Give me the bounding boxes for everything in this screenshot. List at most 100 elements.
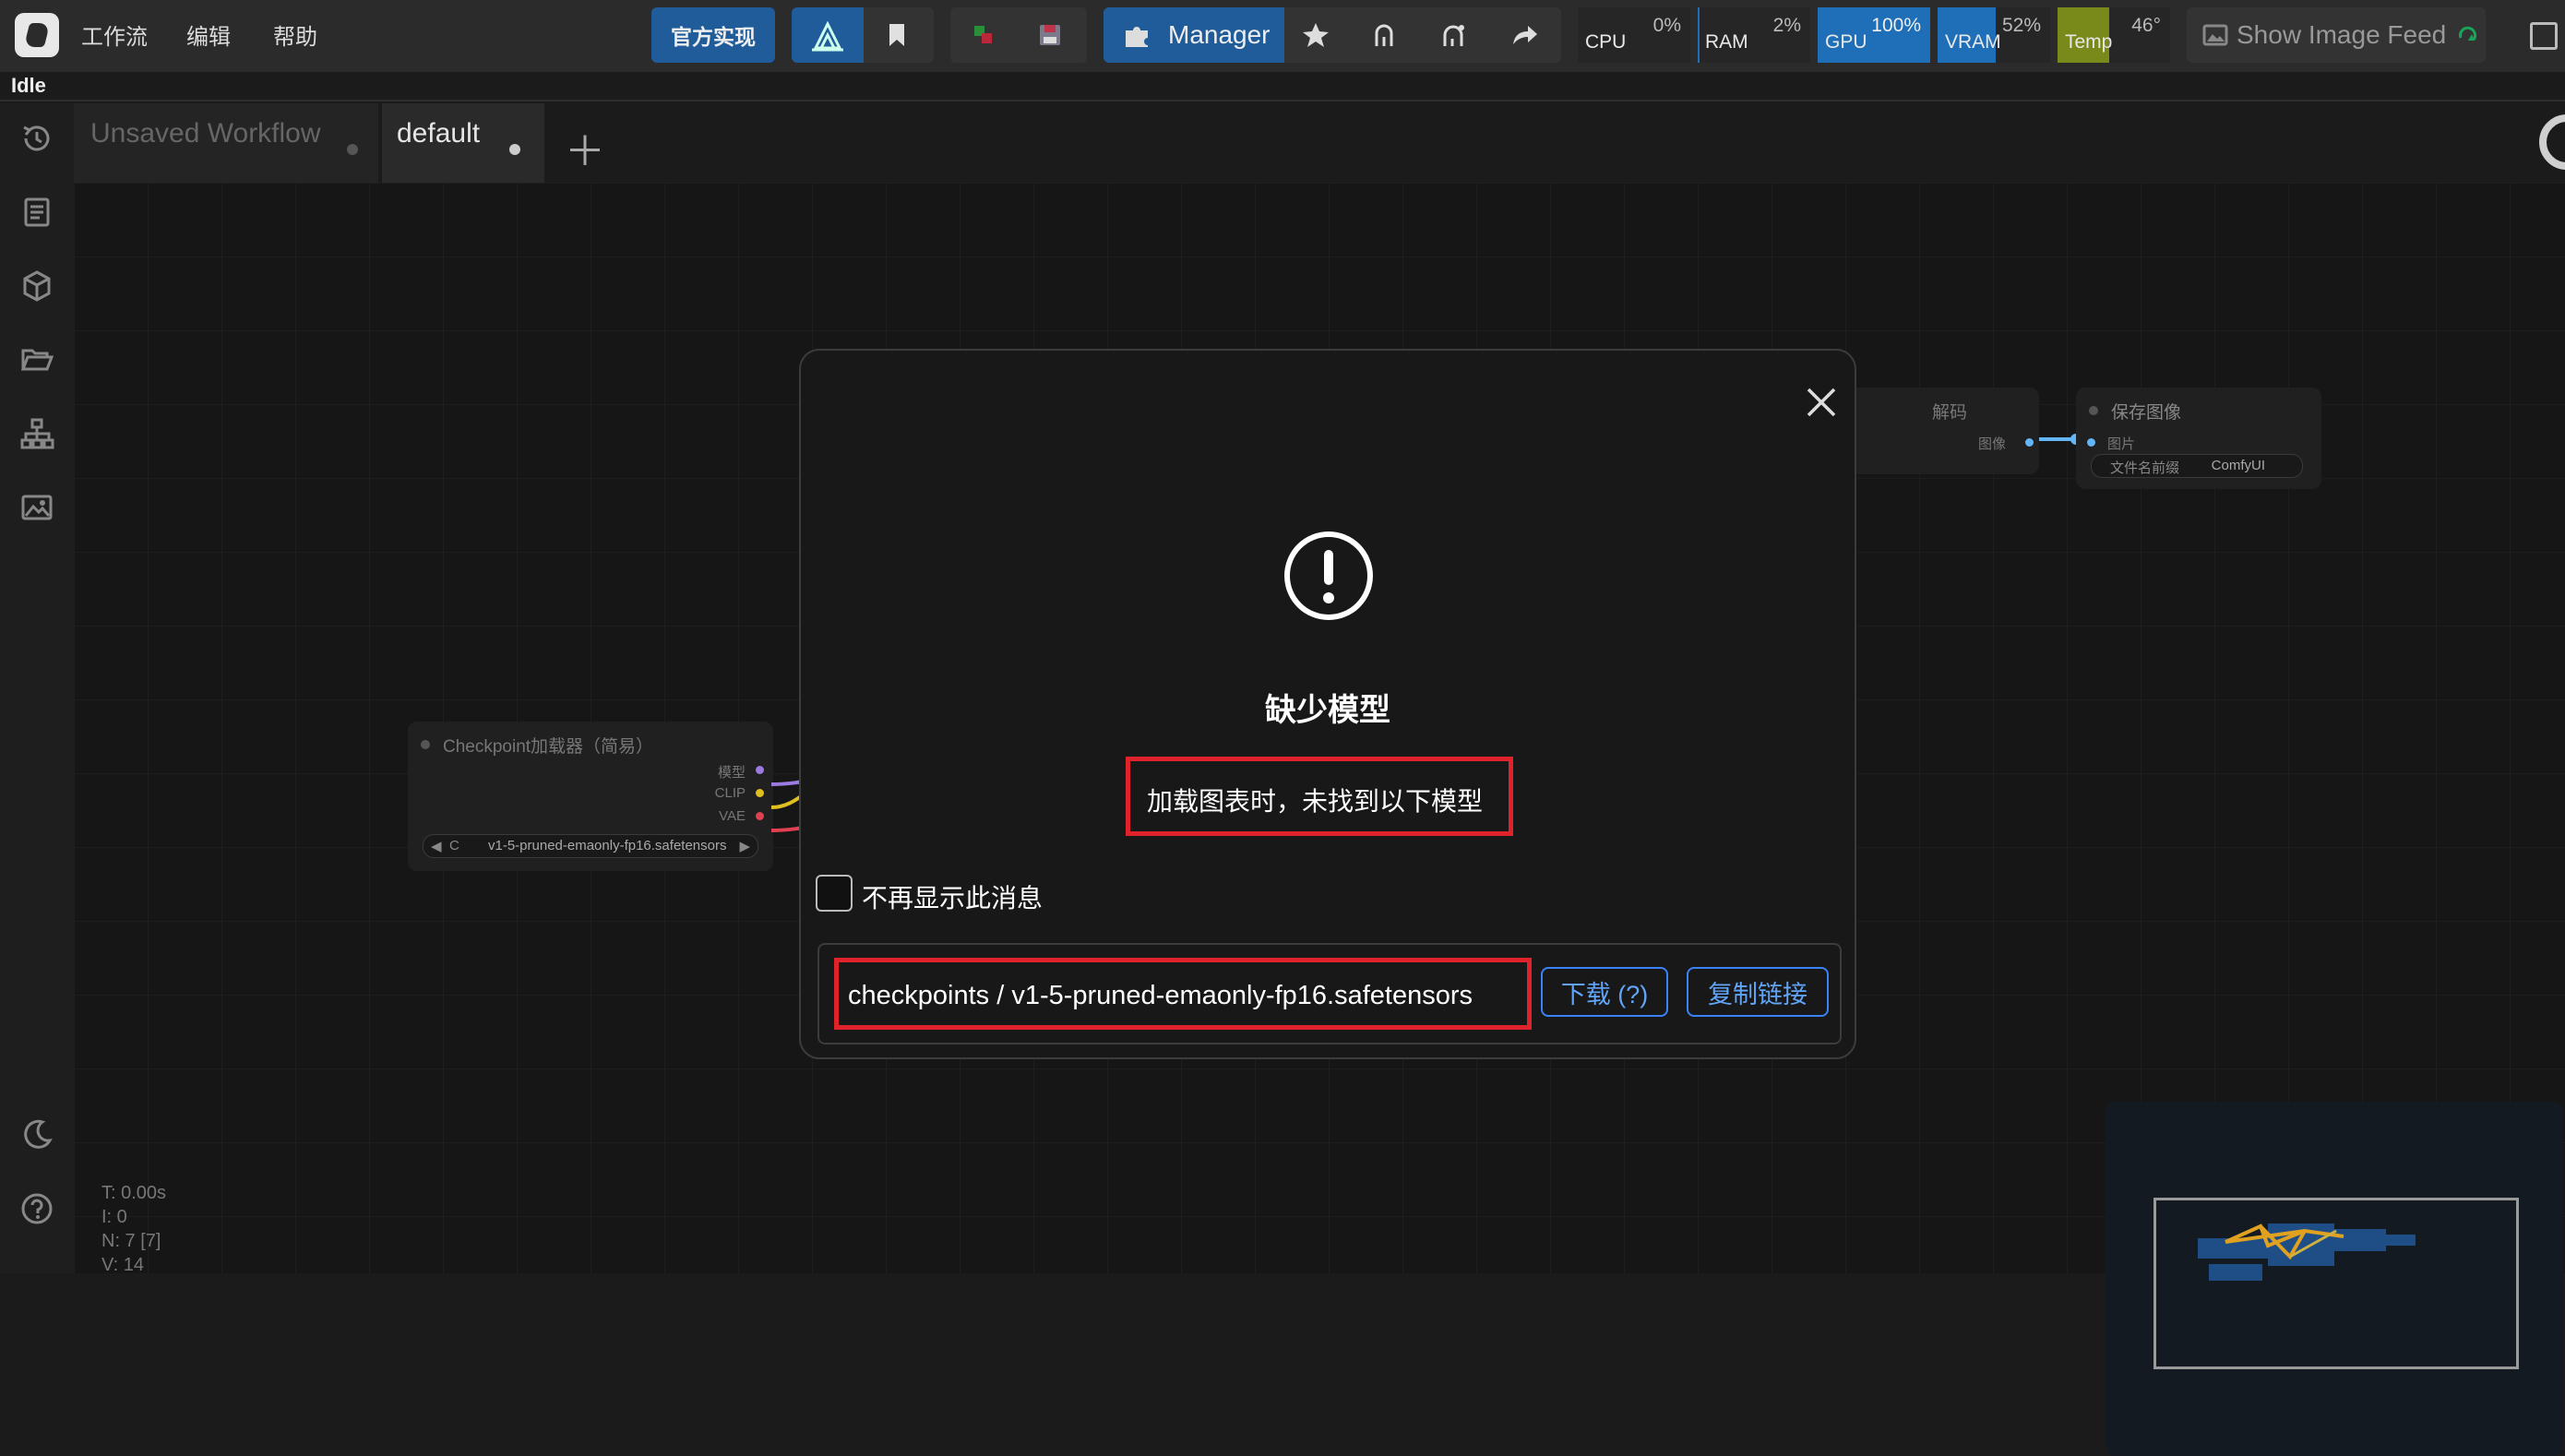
crane-icon — [812, 20, 843, 52]
download-button[interactable]: 下载 (?) — [1541, 967, 1668, 1017]
arrow-left-icon[interactable]: ◀ — [431, 838, 442, 854]
manager-label: Manager — [1168, 20, 1271, 49]
output-image-label: 图像 — [1977, 436, 2006, 452]
official-button[interactable]: 官方实现 — [651, 7, 775, 63]
manager-button[interactable]: Manager — [1104, 7, 1284, 63]
history-icon[interactable] — [18, 120, 55, 157]
render-stats: T: 0.00s I: 0 N: 7 [7] V: 14 — [101, 1181, 166, 1277]
widget-prefix: C — [449, 838, 459, 853]
close-icon[interactable] — [1801, 382, 1842, 423]
new-tab-button[interactable]: ＋ — [565, 118, 605, 177]
help-icon[interactable] — [18, 1190, 55, 1227]
widget-value: ComfyUI — [2211, 458, 2265, 473]
panel-toggle-icon[interactable] — [2530, 22, 2558, 50]
filename-prefix-widget[interactable]: 文件名前缀 ComfyUI — [2091, 454, 2303, 478]
tab-unsaved-workflow[interactable]: Unsaved Workflow — [74, 103, 378, 183]
stat-iterations: I: 0 — [101, 1207, 127, 1227]
vram-label: VRAM — [1945, 31, 2001, 53]
output-clip-label: CLIP — [714, 785, 746, 801]
image-feed-label: Show Image Feed — [2237, 20, 2447, 49]
node-vae-decode[interactable]: 解码 图像 — [1845, 388, 2039, 474]
exclamation-circle-icon — [1284, 531, 1373, 620]
dont-show-again-checkbox[interactable] — [816, 875, 853, 912]
queue-tools — [950, 7, 1087, 63]
tab-label: default — [397, 118, 481, 149]
output-clip-port[interactable] — [756, 789, 764, 797]
menu-edit[interactable]: 编辑 — [186, 18, 231, 51]
show-image-feed-button[interactable]: Show Image Feed — [2187, 7, 2486, 63]
widget-label: 文件名前缀 — [2110, 460, 2180, 476]
sidebar — [0, 103, 74, 1273]
node-title: 解码 — [1932, 403, 1968, 423]
input-image-label: 图片 — [2107, 436, 2136, 452]
gallery-icon[interactable] — [18, 489, 55, 526]
cpu-monitor: CPU 0% — [1578, 7, 1690, 63]
node-title: 保存图像 — [2111, 403, 2182, 423]
stat-time: T: 0.00s — [101, 1183, 167, 1203]
palette-icon[interactable] — [969, 20, 998, 50]
dialog-title: 缺少模型 — [1265, 693, 1390, 728]
queue-list-icon[interactable] — [18, 194, 55, 231]
bookmark-group — [792, 7, 934, 63]
manager-group: Manager — [1104, 7, 1561, 63]
vram-monitor: VRAM 52% — [1938, 7, 2050, 63]
ram-label: RAM — [1705, 31, 1748, 53]
minimap-viewport[interactable] — [2153, 1198, 2519, 1369]
menu-workflow[interactable]: 工作流 — [81, 18, 148, 51]
unsaved-dot-icon — [509, 144, 520, 155]
settings-fab-icon[interactable] — [2539, 114, 2565, 170]
temp-value: 46° — [2131, 15, 2161, 36]
cpu-label: CPU — [1585, 31, 1627, 53]
gpu-monitor: GPU 100% — [1818, 7, 1930, 63]
temp-label: Temp — [2065, 31, 2113, 53]
output-vae-port[interactable] — [756, 812, 764, 820]
cpu-value: 0% — [1652, 15, 1681, 36]
star-icon[interactable] — [1301, 20, 1330, 50]
dialog-message: 加载图表时，未找到以下模型 — [1147, 787, 1484, 816]
tab-default[interactable]: default — [382, 103, 544, 185]
cube-icon[interactable] — [18, 268, 55, 304]
feed-status-icon — [2459, 26, 2477, 41]
theme-moon-icon[interactable] — [18, 1116, 55, 1153]
ckpt-name-widget[interactable]: ◀ C v1-5-pruned-emaonly-fp16.safetensors… — [423, 834, 758, 858]
node-status-dot — [2089, 406, 2098, 415]
message-highlight: 加载图表时，未找到以下模型 — [1126, 757, 1513, 836]
share-arrow-icon[interactable] — [1509, 20, 1539, 50]
menu-help[interactable]: 帮助 — [273, 18, 317, 51]
stat-vertices: V: 14 — [101, 1255, 144, 1275]
output-model-port[interactable] — [756, 766, 764, 774]
minimap[interactable] — [2106, 1102, 2563, 1456]
node-save-image[interactable]: 保存图像 图片 文件名前缀 ComfyUI — [2076, 388, 2321, 489]
node-status-dot — [421, 740, 430, 749]
dont-show-again-label[interactable]: 不再显示此消息 — [862, 878, 1043, 915]
node-tree-icon[interactable] — [18, 415, 55, 452]
output-image-port[interactable] — [2025, 438, 2034, 447]
top-bar: 工作流 编辑 帮助 官方实现 Manager CPU 0% RAM 2% GPU — [0, 0, 2565, 72]
vram-value: 52% — [2001, 15, 2041, 36]
puzzle-icon — [1126, 27, 1148, 47]
share-node-alt-icon[interactable] — [1439, 20, 1469, 50]
arrow-right-icon[interactable]: ▶ — [739, 838, 750, 854]
missing-models-dialog: 缺少模型 加载图表时，未找到以下模型 不再显示此消息 checkpoints /… — [799, 349, 1856, 1059]
missing-model-name: checkpoints / v1-5-pruned-emaonly-fp16.s… — [848, 981, 1473, 1010]
missing-model-list: checkpoints / v1-5-pruned-emaonly-fp16.s… — [817, 943, 1842, 1044]
node-title: Checkpoint加载器（简易） — [443, 737, 654, 757]
share-node-icon[interactable] — [1369, 20, 1399, 50]
copy-link-button[interactable]: 复制链接 — [1687, 967, 1829, 1017]
bookmark-icon[interactable] — [884, 22, 910, 48]
folder-open-icon[interactable] — [18, 341, 55, 378]
stat-nodes: N: 7 [7] — [101, 1231, 161, 1251]
ram-monitor: RAM 2% — [1698, 7, 1810, 63]
tab-label: Unsaved Workflow — [90, 118, 321, 149]
comfy-logo-icon[interactable] — [15, 13, 59, 57]
model-highlight: checkpoints / v1-5-pruned-emaonly-fp16.s… — [834, 958, 1532, 1030]
output-vae-label: VAE — [719, 808, 746, 824]
image-icon — [2202, 24, 2228, 46]
node-checkpoint-loader[interactable]: Checkpoint加载器（简易） 模型 CLIP VAE ◀ C v1-5-p… — [408, 722, 773, 871]
output-model-label: 模型 — [717, 765, 746, 781]
save-disk-icon[interactable] — [1035, 20, 1065, 50]
tools-button[interactable] — [792, 7, 864, 63]
gpu-label: GPU — [1825, 31, 1867, 53]
input-image-port[interactable] — [2087, 438, 2095, 447]
divider — [0, 100, 2565, 101]
